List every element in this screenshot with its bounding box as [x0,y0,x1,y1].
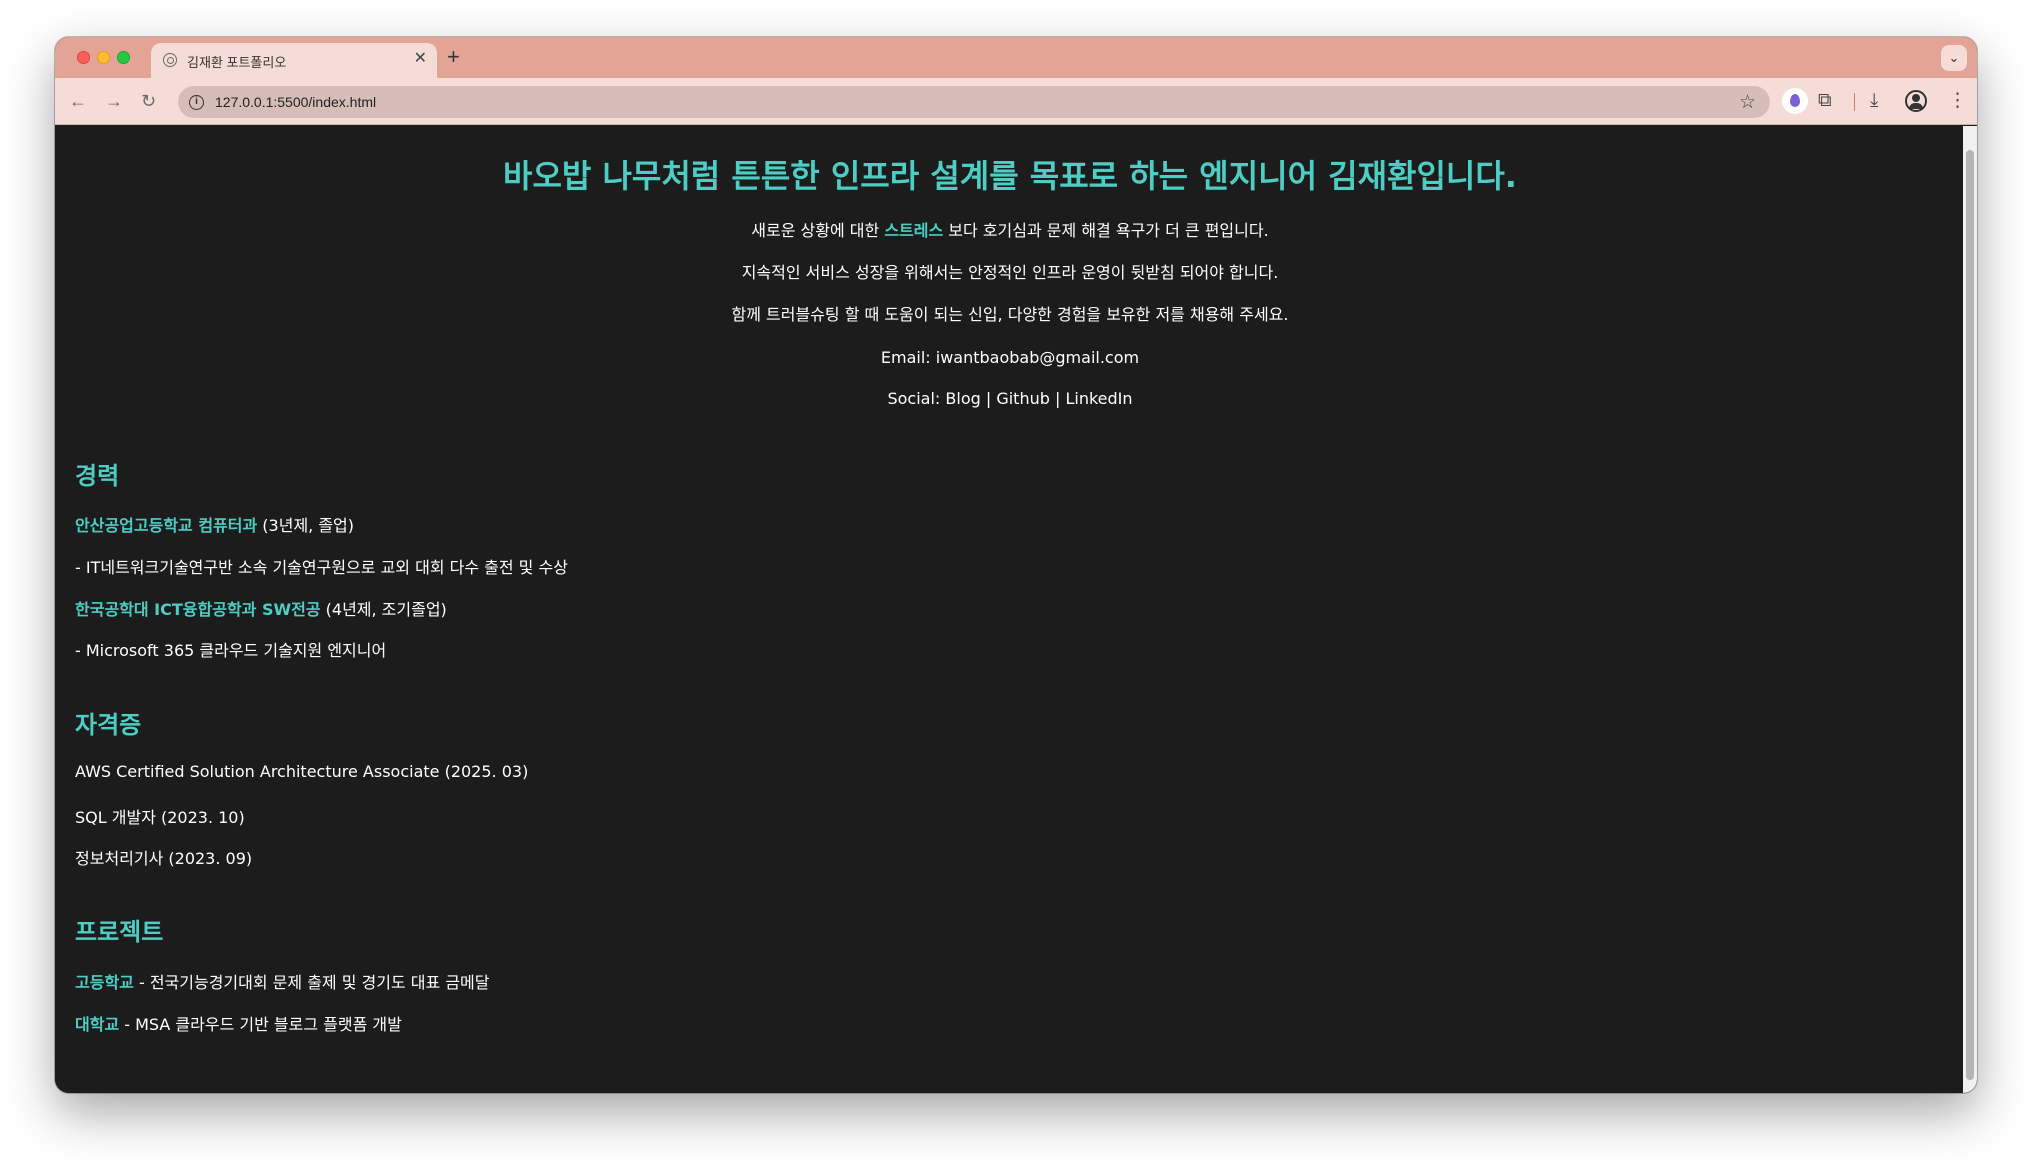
certs-heading: 자격증 [75,711,142,739]
close-window-button[interactable] [77,51,90,64]
github-link[interactable]: Github [996,389,1050,408]
career-item-1: 안산공업고등학교 컴퓨터과 (3년제, 졸업) [75,512,354,536]
project1-text: - 전국기능경기대회 문제 출제 및 경기도 대표 금메달 [133,973,490,992]
vertical-scrollbar[interactable] [1963,126,1977,1093]
reload-icon[interactable]: ↻ [141,90,156,112]
intro-line-1: 새로운 상황에 대한 스트레스 보다 호기심과 문제 해결 욕구가 더 큰 편입… [75,217,1945,241]
browser-toolbar: ← → ↻ i 127.0.0.1:5500/index.html ☆ ⧉ ⤓ … [55,78,1977,125]
project2-text: - MSA 클라우드 기반 블로그 플랫폼 개발 [119,1015,402,1034]
project-item-2: 대학교 - MSA 클라우드 기반 블로그 플랫폼 개발 [75,1011,402,1035]
extension-drop-icon[interactable] [1782,88,1808,114]
page-title: 바오밥 나무처럼 튼튼한 인프라 설계를 목표로 하는 엔지니어 김재환입니다. [503,157,1517,195]
tab-active[interactable]: 김재환 포트폴리오 ✕ [151,43,437,78]
cert-item: 정보처리기사 (2023. 09) [75,849,253,868]
projects-heading: 프로젝트 [75,918,164,946]
toolbar-divider [1854,93,1855,111]
cert-item: AWS Certified Solution Architecture Asso… [75,762,529,781]
intro-line-1-end: 보다 호기심과 문제 해결 욕구가 더 큰 편입니다. [943,221,1269,240]
career-item-2-detail: - Microsoft 365 클라우드 기술지원 엔지니어 [75,641,387,660]
tab-search-chevron-icon[interactable]: ⌄ [1941,45,1967,71]
linkedin-link[interactable]: LinkedIn [1065,389,1132,408]
site-info-icon[interactable]: i [189,95,204,110]
url-text[interactable]: 127.0.0.1:5500/index.html [215,94,376,110]
download-icon[interactable]: ⤓ [1870,88,1878,114]
project1-link[interactable]: 고등학교 [75,973,134,992]
profile-icon[interactable] [1905,90,1927,112]
tab-strip: 김재환 포트폴리오 ✕ + ⌄ [55,37,1977,78]
social-separator: | [980,389,997,408]
menu-kebab-icon[interactable]: ⋮ [1948,88,1967,114]
email-text: Email: iwantbaobab@gmail.com [880,348,1140,367]
tab-title: 김재환 포트폴리오 [187,55,287,70]
career-heading: 경력 [75,462,120,490]
career-item-2: 한국공학대 ICT융합공학과 SW전공 (4년제, 조기졸업) [75,596,447,620]
school2-link[interactable]: 한국공학대 ICT융합공학과 SW전공 [75,600,321,619]
bookmark-star-icon[interactable]: ☆ [1739,91,1756,114]
social-prefix: Social: [887,389,946,408]
new-tab-button[interactable]: + [447,45,460,69]
project-item-1: 고등학교 - 전국기능경기대회 문제 출제 및 경기도 대표 금메달 [75,969,489,993]
address-bar[interactable]: i 127.0.0.1:5500/index.html ☆ [178,86,1770,118]
school1-link[interactable]: 안산공업고등학교 컴퓨터과 [75,516,257,535]
school2-note: (4년제, 조기졸업) [320,600,447,619]
intro-line-3: 함께 트러블슈팅 할 때 도움이 되는 신입, 다양한 경험을 보유한 저를 채… [731,305,1289,324]
project2-link[interactable]: 대학교 [75,1015,119,1034]
intro-accent-stress: 스트레스 [884,221,944,240]
close-icon[interactable]: ✕ [414,50,427,68]
intro-line-2: 지속적인 서비스 성장을 위해서는 안정적인 인프라 운영이 뒷받침 되어야 합… [741,263,1279,282]
social-separator: | [1049,389,1066,408]
back-icon[interactable]: ← [69,90,87,112]
maximize-window-button[interactable] [117,51,130,64]
extensions-puzzle-icon[interactable]: ⧉ [1818,88,1832,114]
browser-window: 김재환 포트폴리오 ✕ + ⌄ ← → ↻ i 127.0.0.1:5500/i… [55,37,1977,1093]
minimize-window-button[interactable] [97,51,110,64]
school1-note: (3년제, 졸업) [257,516,355,535]
scrollbar-thumb[interactable] [1966,150,1974,1080]
cert-item: SQL 개발자 (2023. 10) [75,808,245,827]
page-viewport: 바오밥 나무처럼 튼튼한 인프라 설계를 목표로 하는 엔지니어 김재환입니다.… [55,126,1977,1093]
blog-link[interactable]: Blog [945,389,980,408]
globe-icon [163,53,177,67]
forward-icon[interactable]: → [105,90,123,112]
intro-line-1-start: 새로운 상황에 대한 [751,221,885,240]
social-links: Social: Blog | Github | LinkedIn [75,389,1945,408]
career-item-1-detail: - IT네트워크기술연구반 소속 기술연구원으로 교외 대회 다수 출전 및 수… [75,558,568,577]
